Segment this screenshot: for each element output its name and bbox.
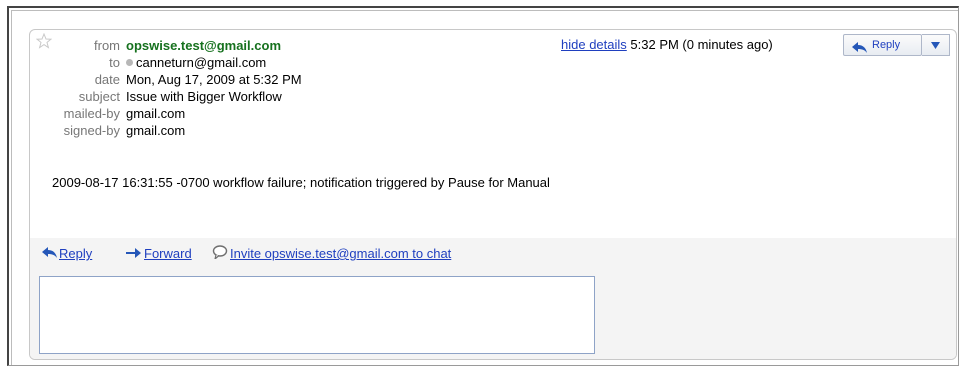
to-label: to bbox=[109, 55, 120, 70]
message-time: 5:32 PM (0 minutes ago) bbox=[630, 37, 773, 52]
presence-dot-icon bbox=[126, 59, 133, 66]
signed-by-value: gmail.com bbox=[126, 123, 186, 138]
email-message: from opswise.test@gmail.com to canneturn… bbox=[29, 29, 957, 360]
reply-link-label[interactable]: Reply bbox=[59, 245, 92, 262]
reply-button[interactable]: Reply bbox=[843, 34, 922, 56]
mailed-by-value: gmail.com bbox=[126, 106, 186, 121]
date-label: date bbox=[94, 72, 120, 87]
from-value[interactable]: opswise.test@gmail.com bbox=[126, 37, 281, 54]
window-frame: from opswise.test@gmail.com to canneturn… bbox=[7, 6, 959, 366]
reply-arrow-icon bbox=[42, 247, 57, 258]
invite-chat-label[interactable]: Invite opswise.test@gmail.com to chat bbox=[230, 245, 451, 262]
mailed-by-label: mailed-by bbox=[63, 106, 120, 121]
more-options-button[interactable] bbox=[922, 34, 950, 56]
reply-button-label: Reply bbox=[872, 39, 901, 51]
hide-details-link[interactable]: hide details bbox=[561, 37, 627, 52]
from-label: from bbox=[94, 38, 120, 53]
forward-link-label[interactable]: Forward bbox=[144, 245, 192, 262]
message-body: 2009-08-17 16:31:55 -0700 workflow failu… bbox=[52, 175, 550, 190]
signed-by-label: signed-by bbox=[63, 123, 120, 138]
reply-arrow-icon bbox=[852, 40, 868, 60]
forward-arrow-icon bbox=[126, 248, 141, 258]
message-meta: hide details 5:32 PM (0 minutes ago) bbox=[561, 36, 773, 53]
to-value: canneturn@gmail.com bbox=[126, 54, 266, 71]
date-value: Mon, Aug 17, 2009 at 5:32 PM bbox=[126, 72, 302, 87]
subject-label: subject bbox=[78, 89, 120, 104]
quick-reply-box[interactable] bbox=[39, 276, 595, 354]
subject-value: Issue with Bigger Workflow bbox=[126, 89, 282, 104]
triangle-down-icon bbox=[931, 42, 940, 49]
to-address[interactable]: canneturn@gmail.com bbox=[136, 55, 266, 70]
chat-bubble-icon bbox=[212, 245, 228, 259]
